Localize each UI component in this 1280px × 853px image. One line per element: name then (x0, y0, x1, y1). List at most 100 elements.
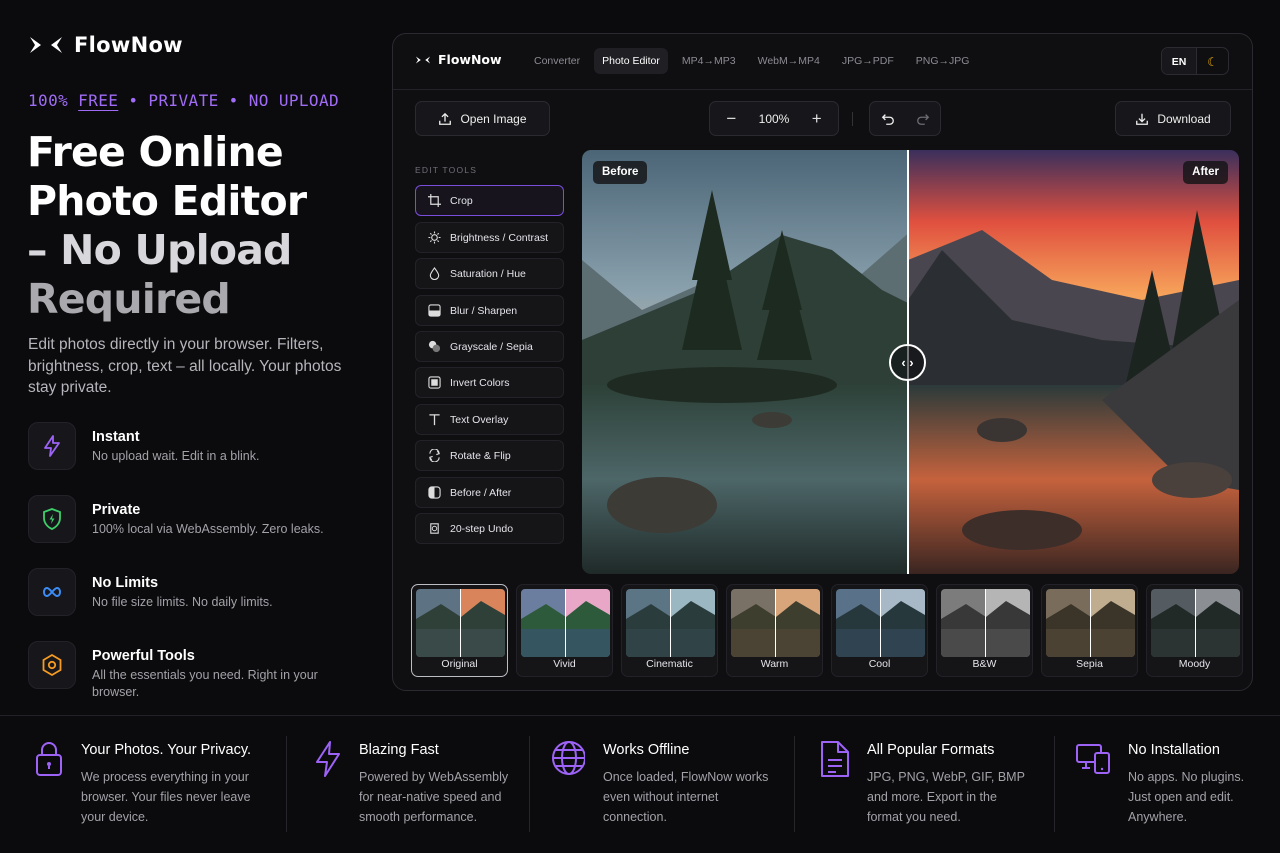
tool-undo-history[interactable]: 20-step Undo (415, 513, 564, 544)
preset-sepia[interactable]: Sepia (1041, 584, 1138, 677)
tool-label: Before / After (450, 486, 512, 499)
sun-icon (428, 231, 441, 244)
tool-saturation-hue[interactable]: Saturation / Hue (415, 258, 564, 289)
preset-thumbnail (626, 589, 715, 657)
tool-label: 20-step Undo (450, 522, 514, 535)
document-icon (821, 741, 849, 777)
preset-warm[interactable]: Warm (726, 584, 823, 677)
filter-presets: Original Vivid Cinematic Warm Cool B&W S… (411, 584, 1243, 677)
history-icon (430, 523, 439, 534)
benefit-title: All Popular Formats (867, 742, 995, 758)
tab-webm-mp4[interactable]: WebM→MP4 (750, 48, 828, 74)
brand-logo[interactable]: FlowNow (28, 33, 183, 57)
desc-line: your device. (81, 810, 149, 824)
grayscale-icon (428, 340, 441, 353)
preset-label: Original (441, 658, 478, 670)
desc-line: Just open and edit. (1128, 790, 1234, 804)
tool-before-after[interactable]: Before / After (415, 477, 564, 508)
preset-label: Cinematic (646, 658, 693, 670)
feature-desc: 100% local via WebAssembly. Zero leaks. (92, 522, 324, 536)
desc-line: smooth performance. (359, 810, 478, 824)
zoom-in-button[interactable]: + (795, 109, 838, 129)
desc-line: browser. Your files never leave (81, 790, 251, 804)
logo-icon (30, 37, 62, 53)
app-logo[interactable]: FlowNow (415, 52, 502, 67)
logo-icon (415, 55, 431, 64)
tool-label: Text Overlay (450, 413, 509, 426)
benefits-strip: Your Photos. Your Privacy. We process ev… (0, 715, 1280, 853)
landing-page: FlowNow 100% FREE • PRIVATE • NO UPLOAD … (0, 0, 1280, 853)
preset-thumbnail (731, 589, 820, 657)
image-canvas[interactable]: Before After ‹ › (582, 150, 1239, 574)
droplet-icon (429, 267, 440, 280)
download-icon (1136, 113, 1149, 125)
tool-grayscale-sepia[interactable]: Grayscale / Sepia (415, 331, 564, 362)
preset-original[interactable]: Original (411, 584, 508, 677)
tool-crop[interactable]: Crop (415, 185, 564, 216)
tab-png-jpg[interactable]: PNG→JPG (908, 48, 978, 74)
tagline-prefix: 100% (28, 91, 79, 110)
download-button[interactable]: Download (1115, 101, 1231, 136)
benefit-title: No Installation (1128, 742, 1220, 758)
tool-label: Blur / Sharpen (450, 304, 518, 317)
feature-desc: No file size limits. No daily limits. (92, 595, 273, 609)
hero-title-line: – No Upload (27, 226, 292, 274)
redo-button[interactable] (905, 112, 940, 126)
tool-brightness-contrast[interactable]: Brightness / Contrast (415, 222, 564, 253)
globe-icon (552, 741, 585, 775)
tab-converter[interactable]: Converter (526, 48, 588, 74)
history-control (869, 101, 941, 136)
tool-label: Saturation / Hue (450, 267, 526, 280)
hexagon-icon (28, 641, 76, 689)
tool-blur-sharpen[interactable]: Blur / Sharpen (415, 295, 564, 326)
strip-divider (1054, 736, 1055, 832)
preset-cool[interactable]: Cool (831, 584, 928, 677)
feature-item-powerful-tools: Powerful Tools All the essentials you ne… (28, 639, 368, 699)
desc-line: JPG, PNG, WebP, GIF, BMP (867, 770, 1025, 784)
undo-button[interactable] (870, 112, 905, 126)
preset-cinematic[interactable]: Cinematic (621, 584, 718, 677)
preset-moody[interactable]: Moody (1146, 584, 1243, 677)
crop-icon (428, 194, 441, 207)
upload-icon (439, 112, 452, 125)
open-image-button[interactable]: Open Image (415, 101, 550, 136)
before-badge: Before (593, 161, 648, 184)
tab-jpg-pdf[interactable]: JPG→PDF (834, 48, 902, 74)
hero-description: Edit photos directly in your browser. Fi… (28, 336, 342, 396)
hero-title-line: Free Online (27, 128, 284, 176)
tab-mp4-mp3[interactable]: MP4→MP3 (674, 48, 744, 74)
benefit-desc: No apps. No plugins. Just open and edit. A… (1128, 767, 1278, 827)
zoom-level: 100% (758, 111, 790, 126)
blur-icon (428, 304, 441, 317)
theme-toggle-moon-icon[interactable]: ☾ (1196, 48, 1228, 74)
app-logo-text: FlowNow (438, 52, 502, 67)
feature-title: Instant (92, 429, 140, 445)
tool-invert-colors[interactable]: Invert Colors (415, 367, 564, 398)
compare-slider-handle[interactable]: ‹ › (889, 344, 926, 381)
tool-text-overlay[interactable]: Text Overlay (415, 404, 564, 435)
zoom-control: − 100% + (709, 101, 839, 136)
desc-line: for near-native speed and (359, 790, 502, 804)
feature-item-instant: Instant No upload wait. Edit in a blink. (28, 420, 368, 478)
tool-tabs: Converter Photo Editor MP4→MP3 WebM→MP4 … (526, 48, 977, 74)
tool-label: Crop (450, 194, 473, 207)
preset-thumbnail (416, 589, 505, 657)
language-button[interactable]: EN (1162, 48, 1196, 74)
preset-vivid[interactable]: Vivid (516, 584, 613, 677)
preset-thumbnail (1046, 589, 1135, 657)
preset-thumbnail (1151, 589, 1240, 657)
preset-label: Moody (1178, 658, 1211, 670)
zoom-out-button[interactable]: − (710, 109, 753, 129)
lightning-icon (28, 422, 76, 470)
tab-photo-editor[interactable]: Photo Editor (594, 48, 668, 74)
preset-label: Sepia (1076, 658, 1103, 670)
lang-theme-switcher: EN ☾ (1161, 47, 1229, 75)
tool-rotate-flip[interactable]: Rotate & Flip (415, 440, 564, 471)
strip-divider (794, 736, 795, 832)
feature-title: Powerful Tools (92, 648, 195, 664)
rotate-icon (428, 449, 441, 462)
after-badge: After (1183, 161, 1228, 184)
preset-bw[interactable]: B&W (936, 584, 1033, 677)
lightning-icon (316, 741, 340, 777)
benefit-desc: JPG, PNG, WebP, GIF, BMP and more. Export… (867, 767, 1047, 827)
